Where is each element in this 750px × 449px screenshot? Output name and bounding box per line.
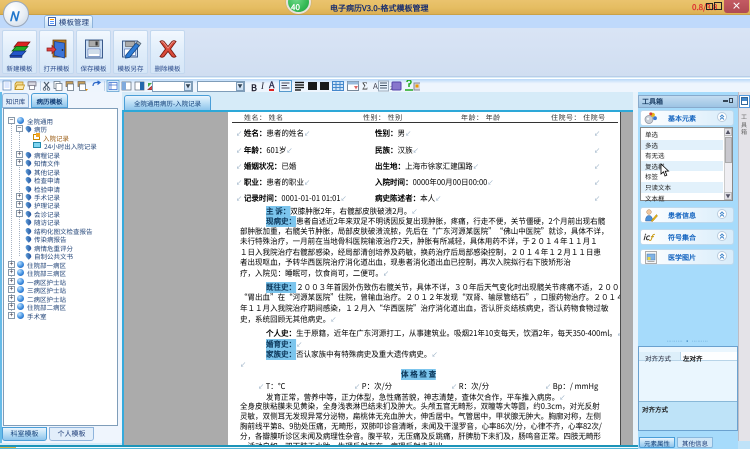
svg-text:Σ: Σ [362,82,368,93]
